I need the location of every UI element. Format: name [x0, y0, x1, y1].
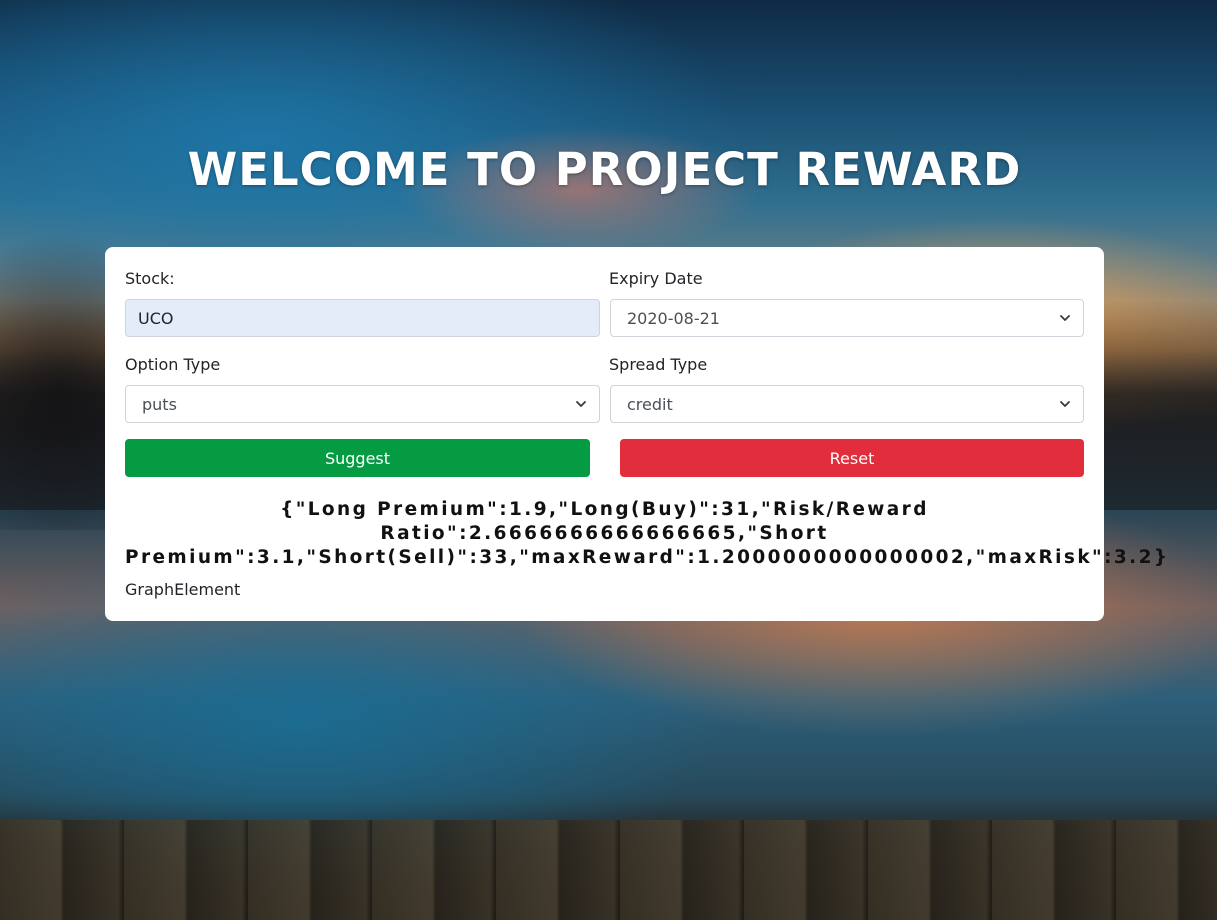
expiry-date-select[interactable]: 2020-08-21 [610, 299, 1084, 337]
chevron-down-icon [1060, 401, 1070, 407]
spread-type-select[interactable]: credit [610, 385, 1084, 423]
spread-type-value: credit [627, 394, 673, 414]
expiry-date-label: Expiry Date [609, 269, 703, 288]
option-type-value: puts [142, 394, 177, 414]
result-line-2: Ratio":2.6666666666666665,"Short [380, 523, 829, 544]
chevron-down-icon [1060, 315, 1070, 321]
result-json-output: {"Long Premium":1.9,"Long(Buy)":31,"Risk… [125, 498, 1167, 570]
result-line-1: {"Long Premium":1.9,"Long(Buy)":31,"Risk… [280, 499, 929, 520]
expiry-date-value: 2020-08-21 [627, 308, 720, 328]
chevron-down-icon [576, 401, 586, 407]
stock-label: Stock: [125, 269, 175, 288]
result-line-3: Premium":3.1,"Short(Sell)":33,"maxReward… [125, 547, 1170, 568]
reset-button[interactable]: Reset [620, 439, 1084, 477]
option-type-label: Option Type [125, 355, 221, 374]
spread-type-label: Spread Type [609, 355, 708, 374]
stock-input-value: UCO [138, 308, 174, 328]
stock-input[interactable]: UCO [125, 299, 600, 337]
suggest-button[interactable]: Suggest [125, 439, 590, 477]
graph-element-placeholder: GraphElement [125, 580, 241, 599]
page-title: WELCOME TO PROJECT REWARD [187, 143, 1022, 196]
option-type-select[interactable]: puts [125, 385, 600, 423]
strategy-form-card: Stock: UCO Expiry Date 2020-08-21 Option… [105, 247, 1167, 621]
background-wooden-dock [0, 820, 1217, 920]
